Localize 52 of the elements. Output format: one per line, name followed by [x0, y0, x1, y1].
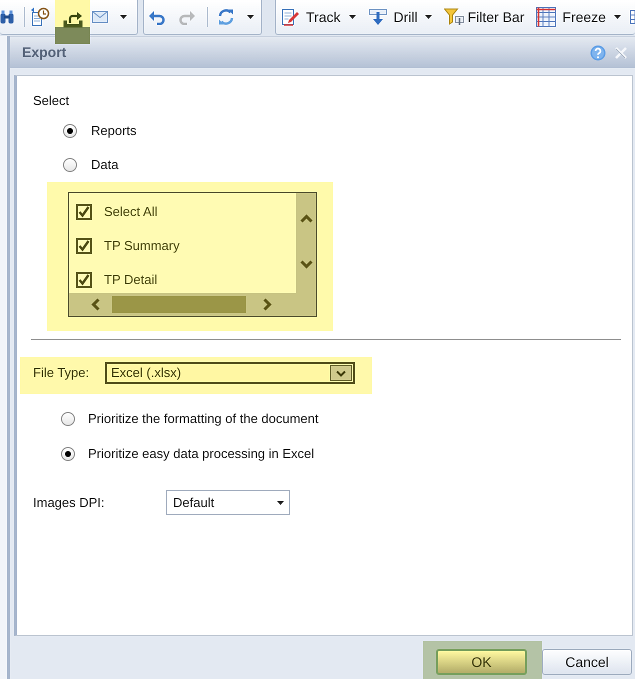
checkbox[interactable] — [76, 272, 92, 288]
field-label: File Type: — [33, 364, 90, 382]
caret-icon[interactable] — [247, 15, 254, 19]
report-name: TP Summary — [104, 237, 180, 256]
track-button[interactable]: Track — [279, 4, 358, 30]
radio-button[interactable] — [63, 124, 77, 138]
option-label: Data — [91, 156, 118, 174]
scrollbar-thumb[interactable] — [112, 296, 246, 313]
section-label: Select — [33, 94, 70, 108]
export-button[interactable] — [55, 0, 90, 44]
option-label: Prioritize the formatting of the document — [88, 410, 319, 428]
radio-button[interactable] — [61, 446, 75, 460]
binoculars-icon — [0, 10, 14, 24]
checkbox[interactable] — [76, 238, 92, 254]
freeze-button[interactable]: Freeze — [534, 4, 623, 30]
undo-icon — [149, 10, 165, 24]
caret-icon[interactable] — [349, 15, 356, 19]
radio-button[interactable] — [63, 158, 77, 172]
checkbox[interactable] — [76, 204, 92, 220]
tray-arrow-icon — [62, 11, 84, 29]
caret-icon[interactable] — [614, 15, 621, 19]
chevron-right-icon[interactable] — [263, 298, 272, 311]
document-pencil-icon — [281, 8, 299, 26]
help-icon[interactable] — [590, 44, 606, 60]
chevron-down-icon[interactable] — [300, 260, 312, 269]
images-dpi-select[interactable]: Default — [166, 490, 290, 515]
redo-icon — [179, 10, 195, 24]
chevron-up-icon[interactable] — [300, 214, 312, 223]
caret-icon[interactable] — [277, 500, 284, 504]
dialog-title: Export — [22, 43, 66, 62]
radio-button[interactable] — [61, 412, 75, 426]
cancel-button[interactable]: Cancel — [542, 649, 632, 675]
filter-icon — [444, 8, 464, 26]
option-label: Prioritize easy data processing in Excel — [88, 444, 314, 463]
chevron-down-icon — [336, 370, 346, 376]
report-name: Select All — [104, 203, 158, 222]
grid-icon — [536, 7, 556, 27]
caret-icon[interactable] — [424, 15, 432, 19]
option-label: Reports — [91, 122, 137, 140]
clock-document-icon — [30, 7, 50, 27]
report-name: TP Detail — [104, 271, 158, 290]
caret-icon[interactable] — [120, 15, 127, 19]
field-label: Images DPI: — [33, 494, 106, 512]
dropdown-button[interactable] — [330, 365, 352, 381]
filter-bar-button[interactable]: Filter Bar — [442, 4, 526, 30]
down-arrow-tray-icon — [368, 8, 388, 26]
drill-button[interactable]: Drill — [366, 4, 434, 30]
chevron-left-icon[interactable] — [91, 298, 100, 311]
envelope-icon — [92, 11, 108, 23]
ok-button[interactable]: OK — [436, 649, 527, 675]
file-type-select[interactable]: Excel (.xlsx) — [105, 362, 355, 384]
refresh-icon — [217, 8, 235, 26]
